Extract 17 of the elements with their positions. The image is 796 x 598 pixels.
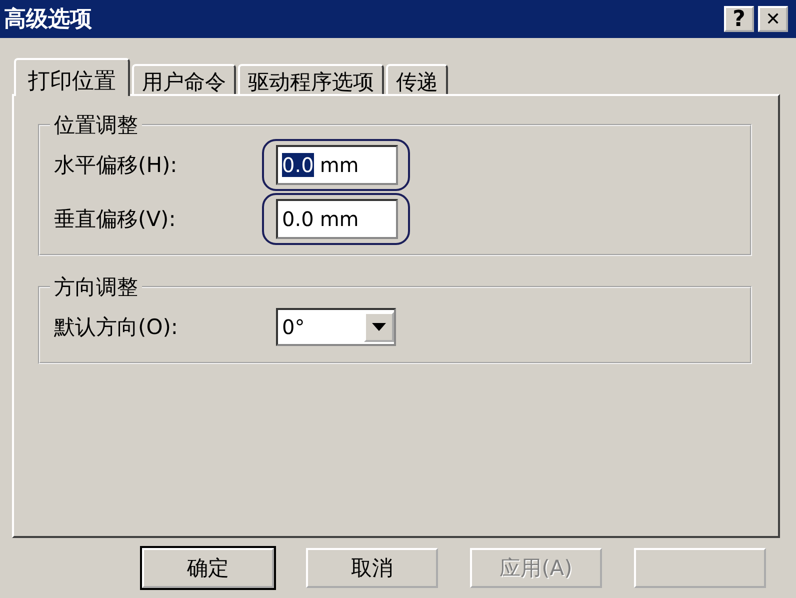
help-button[interactable]: ? bbox=[724, 6, 754, 32]
field-label: 垂直偏移(V): bbox=[54, 206, 177, 233]
close-button[interactable]: ✕ bbox=[758, 6, 788, 32]
tab[interactable]: 驱动程序选项 bbox=[238, 64, 384, 94]
input-field[interactable]: 0.0 mm bbox=[276, 199, 398, 239]
field-label: 默认方向(O): bbox=[54, 314, 179, 341]
input-field[interactable]: 0.0 mm bbox=[276, 145, 398, 185]
dropdown[interactable]: 0° bbox=[276, 308, 396, 346]
tab[interactable]: 用户命令 bbox=[132, 64, 236, 94]
tab[interactable]: 打印位置 bbox=[14, 58, 130, 96]
tab[interactable]: 传递 bbox=[386, 64, 448, 94]
window-title: 高级选项 bbox=[4, 6, 92, 34]
dialog-button[interactable]: 确定 bbox=[142, 548, 274, 588]
dialog-button[interactable] bbox=[634, 548, 766, 588]
dropdown-arrow-icon bbox=[372, 323, 386, 331]
dialog-button[interactable]: 取消 bbox=[306, 548, 438, 588]
field-label: 水平偏移(H): bbox=[54, 152, 178, 179]
